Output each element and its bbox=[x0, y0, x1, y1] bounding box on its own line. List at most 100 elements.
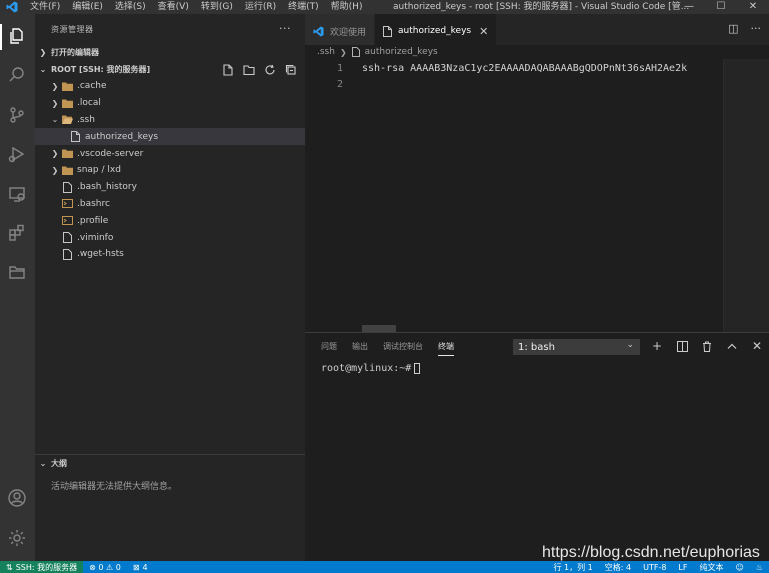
tree-item-wget-hsts[interactable]: .wget-hsts bbox=[35, 246, 305, 263]
remote-indicator[interactable]: ⇅ SSH: 我的服务器 bbox=[0, 561, 84, 573]
split-terminal-icon[interactable] bbox=[675, 338, 689, 354]
close-tab-icon[interactable]: ✕ bbox=[479, 25, 488, 38]
tree-item-label: .viminfo bbox=[77, 232, 114, 243]
menu-file[interactable]: 文件(F) bbox=[24, 0, 66, 14]
tree-item-vscode-server[interactable]: ❯ .vscode-server bbox=[35, 145, 305, 162]
minimize-button[interactable]: — bbox=[673, 0, 705, 14]
maximize-button[interactable]: ☐ bbox=[705, 0, 737, 14]
settings-gear-icon[interactable] bbox=[6, 527, 28, 549]
tree-item-viminfo[interactable]: .viminfo bbox=[35, 229, 305, 246]
more-actions-icon[interactable]: ··· bbox=[279, 22, 291, 35]
new-file-icon[interactable] bbox=[220, 62, 236, 77]
encoding[interactable]: UTF-8 bbox=[637, 563, 672, 572]
search-icon[interactable] bbox=[6, 64, 28, 86]
explorer-icon[interactable] bbox=[6, 25, 28, 47]
breadcrumb-file[interactable]: authorized_keys bbox=[365, 47, 438, 57]
ports-count: 4 bbox=[142, 562, 148, 572]
outline-section[interactable]: ⌄ 大纲 bbox=[35, 454, 305, 471]
refresh-icon[interactable] bbox=[262, 62, 278, 77]
tree-item-label: .local bbox=[77, 98, 101, 109]
tree-item-bash-history[interactable]: .bash_history bbox=[35, 179, 305, 196]
language-mode[interactable]: 纯文本 bbox=[693, 562, 729, 573]
source-control-icon[interactable] bbox=[6, 104, 28, 126]
tree-item-bashrc[interactable]: .bashrc bbox=[35, 196, 305, 213]
minimap[interactable] bbox=[723, 59, 769, 332]
run-debug-icon[interactable] bbox=[6, 143, 28, 165]
editor-tabs: 欢迎使用 authorized_keys ✕ ◫ ··· bbox=[305, 14, 769, 48]
chevron-down-icon: ⌄ bbox=[39, 65, 47, 74]
collapse-all-icon[interactable] bbox=[283, 62, 299, 77]
tree-item-label: .vscode-server bbox=[77, 148, 144, 159]
cursor-position[interactable]: 行 1，列 1 bbox=[548, 562, 599, 573]
tree-item-ssh[interactable]: ⌄ .ssh bbox=[35, 112, 305, 129]
menu-view[interactable]: 查看(V) bbox=[152, 0, 195, 14]
account-icon[interactable] bbox=[6, 487, 28, 509]
new-terminal-icon[interactable]: + bbox=[650, 338, 664, 354]
tree-item-label: .bashrc bbox=[77, 198, 110, 209]
remote-explorer-icon[interactable] bbox=[6, 183, 28, 205]
folder-view-icon[interactable] bbox=[6, 261, 28, 283]
tree-item-profile[interactable]: .profile bbox=[35, 212, 305, 229]
shell-file-icon bbox=[61, 215, 73, 226]
tree-item-cache[interactable]: ❯ .cache bbox=[35, 78, 305, 95]
new-folder-icon[interactable] bbox=[241, 62, 257, 77]
window-controls: — ☐ ✕ bbox=[673, 0, 769, 14]
breadcrumb-folder[interactable]: .ssh bbox=[317, 47, 335, 57]
terminal-output[interactable]: root@mylinux:~# bbox=[321, 363, 421, 374]
tree-item-label: .profile bbox=[77, 215, 109, 226]
folder-icon bbox=[61, 81, 73, 92]
file-icon bbox=[61, 248, 73, 260]
tab-terminal[interactable]: 终端 bbox=[438, 341, 454, 356]
menu-run[interactable]: 运行(R) bbox=[239, 0, 282, 14]
tree-item-authorized-keys[interactable]: authorized_keys bbox=[35, 128, 305, 146]
menu-selection[interactable]: 选择(S) bbox=[109, 0, 152, 14]
chevron-down-icon: ⌄ bbox=[51, 115, 59, 125]
close-panel-icon[interactable]: ✕ bbox=[750, 338, 764, 354]
breadcrumb: .ssh ❯ authorized_keys bbox=[305, 45, 769, 59]
file-icon bbox=[351, 47, 360, 57]
indentation[interactable]: 空格: 4 bbox=[599, 562, 637, 573]
end-of-line[interactable]: LF bbox=[672, 563, 693, 572]
root-folder-section[interactable]: ⌄ ROOT [SSH: 我的服务器] bbox=[35, 61, 305, 78]
folder-icon bbox=[61, 148, 73, 159]
tab-debug-console[interactable]: 调试控制台 bbox=[383, 341, 423, 356]
tree-item-snap-lxd[interactable]: ❯ snap / lxd bbox=[35, 162, 305, 179]
tab-output[interactable]: 输出 bbox=[352, 341, 368, 356]
active-indicator bbox=[0, 24, 2, 50]
shell-file-icon bbox=[61, 198, 73, 209]
more-actions-icon[interactable]: ··· bbox=[751, 22, 762, 35]
maximize-panel-icon[interactable] bbox=[725, 338, 739, 354]
code-editor[interactable]: 1 ssh-rsa AAAAB3NzaC1yc2EAAAADAQABAAABgQ… bbox=[305, 59, 769, 332]
status-bar: ⇅ SSH: 我的服务器 ⊗ 0 ⚠ 0 ⊠ 4 行 1，列 1 空格: 4 U… bbox=[0, 561, 769, 573]
close-window-button[interactable]: ✕ bbox=[737, 0, 769, 14]
tab-label: 欢迎使用 bbox=[330, 27, 367, 38]
chevron-right-icon: ❯ bbox=[39, 48, 47, 57]
outline-message: 活动编辑器无法提供大纲信息。 bbox=[51, 482, 178, 492]
outline-label: 大纲 bbox=[51, 458, 67, 468]
tab-welcome[interactable]: 欢迎使用 bbox=[305, 14, 376, 48]
open-editors-section[interactable]: ❯ 打开的编辑器 bbox=[35, 44, 305, 61]
split-editor-icon[interactable]: ◫ bbox=[728, 22, 738, 35]
explorer-sidebar: 资源管理器 ··· ❯ 打开的编辑器 ⌄ ROOT [SSH: 我的服务器] ❯… bbox=[35, 14, 305, 561]
feedback-icon[interactable]: ☺ bbox=[729, 563, 749, 572]
notifications-bell-icon[interactable]: ♨ bbox=[750, 563, 769, 572]
tab-problems[interactable]: 问题 bbox=[321, 341, 337, 356]
chevron-right-icon: ❯ bbox=[51, 98, 59, 108]
menu-help[interactable]: 帮助(H) bbox=[325, 0, 369, 14]
code-line: 2 bbox=[305, 77, 362, 93]
tree-item-label: authorized_keys bbox=[85, 131, 159, 142]
menu-terminal[interactable]: 终端(T) bbox=[282, 0, 325, 14]
menu-go[interactable]: 转到(G) bbox=[195, 0, 239, 14]
tab-authorized-keys[interactable]: authorized_keys ✕ bbox=[375, 14, 498, 48]
vscode-logo-icon bbox=[313, 25, 324, 37]
extensions-icon[interactable] bbox=[6, 222, 28, 244]
menu-edit[interactable]: 编辑(E) bbox=[66, 0, 109, 14]
tree-item-local[interactable]: ❯ .local bbox=[35, 95, 305, 112]
panel-tabs: 问题 输出 调试控制台 终端 bbox=[321, 341, 454, 356]
terminal-select[interactable]: 1: bash ⌄ bbox=[513, 339, 640, 355]
ports-status[interactable]: ⊠ 4 bbox=[127, 563, 154, 572]
status-right: 行 1，列 1 空格: 4 UTF-8 LF 纯文本 ☺ ♨ bbox=[548, 561, 769, 573]
problems-status[interactable]: ⊗ 0 ⚠ 0 bbox=[83, 563, 127, 572]
trash-icon[interactable] bbox=[700, 338, 714, 354]
horizontal-scrollbar[interactable] bbox=[362, 325, 396, 332]
